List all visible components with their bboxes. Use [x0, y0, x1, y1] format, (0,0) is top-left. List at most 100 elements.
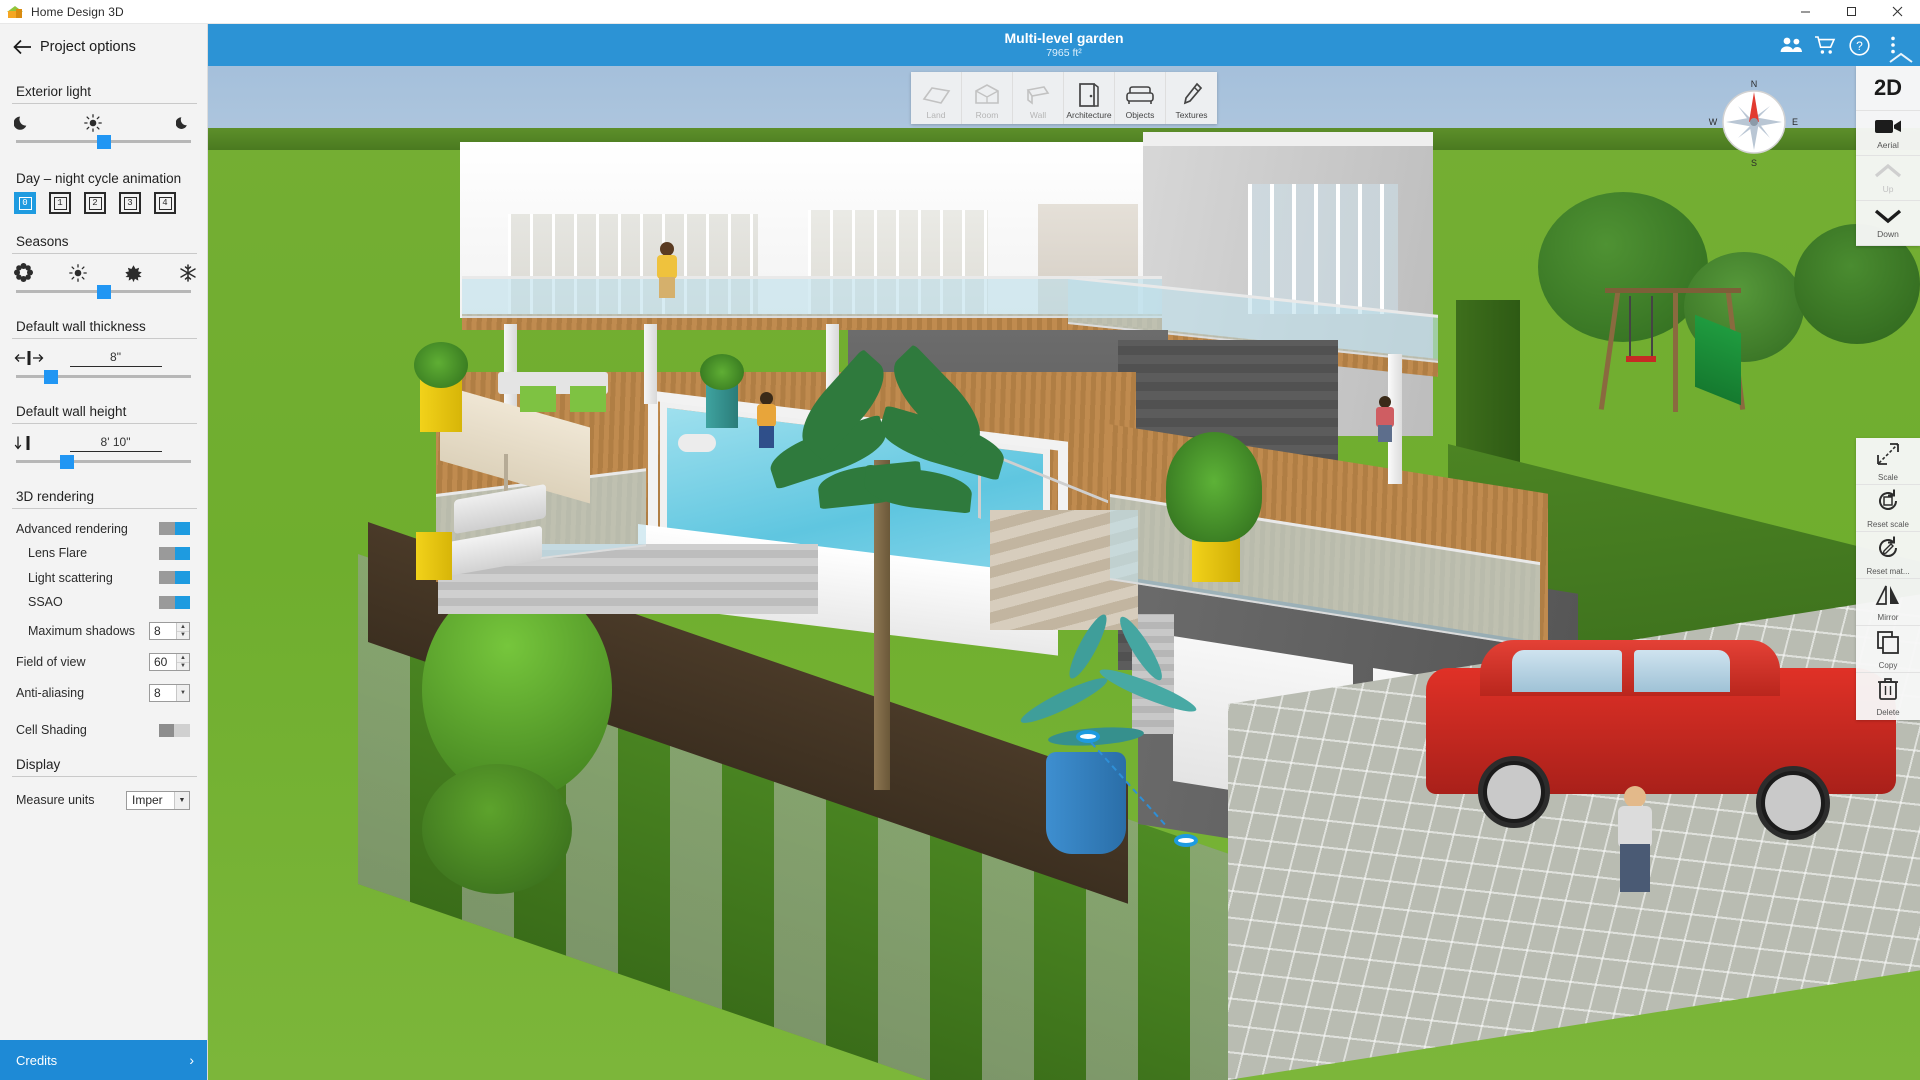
object-tool-reset-scale[interactable]: Reset scale [1856, 485, 1920, 532]
spinner-arrows[interactable]: ▲ ▼ [176, 654, 189, 670]
column-1 [504, 324, 517, 410]
field-of-view-spinner[interactable]: ▲ ▼ [149, 653, 190, 671]
toggle-lens-flare[interactable]: Lens Flare [0, 543, 207, 565]
close-button[interactable] [1874, 0, 1920, 24]
light-scattering-switch[interactable] [159, 571, 190, 585]
switch-knob [175, 595, 190, 609]
measure-units-select[interactable]: Imper ▼ [126, 790, 190, 810]
room-icon [973, 80, 1001, 110]
cycle-option-4[interactable]: 4 [154, 192, 176, 214]
slider-knob[interactable] [44, 369, 58, 384]
minimize-button[interactable] [1782, 0, 1828, 24]
sidebar-title: Project options [40, 39, 136, 55]
wall-height-input[interactable] [69, 434, 162, 452]
selection-handle-bottom[interactable] [1174, 834, 1198, 847]
toggle-cell-shading[interactable]: Cell Shading [0, 717, 207, 743]
object-tool-scale[interactable]: Scale [1856, 438, 1920, 485]
compass-south-label: S [1751, 158, 1757, 168]
object-tool-delete[interactable]: Delete [1856, 673, 1920, 720]
view-control-down[interactable]: Down [1856, 201, 1920, 246]
cart-icon[interactable] [1808, 24, 1842, 66]
object-tool-copy-label: Copy [1878, 660, 1898, 670]
compass-rose[interactable]: N E S W [1708, 76, 1800, 168]
measure-units-value: Imper [132, 793, 163, 807]
mode-tab-textures[interactable]: Textures [1166, 72, 1217, 124]
anti-aliasing-select[interactable]: ▼ [149, 684, 190, 702]
slider-knob[interactable] [96, 134, 111, 149]
ssao-switch[interactable] [159, 595, 190, 609]
slider-knob[interactable] [96, 284, 111, 299]
help-icon[interactable]: ? [1842, 24, 1876, 66]
section-3d-rendering-title: 3D rendering [16, 489, 95, 504]
toggle-label: Lens Flare [28, 546, 88, 561]
maximize-button[interactable] [1828, 0, 1874, 24]
anti-aliasing-value[interactable] [150, 685, 176, 701]
maximum-shadows-spinner[interactable]: ▲ ▼ [149, 622, 190, 640]
mode-tab-land[interactable]: Land [911, 72, 962, 124]
spinner-up-icon[interactable]: ▲ [177, 654, 189, 663]
mode-tab-objects[interactable]: Objects [1115, 72, 1166, 124]
column-2 [644, 324, 657, 404]
seasons-slider[interactable] [0, 284, 207, 303]
sun-icon [83, 113, 102, 132]
land-icon [921, 80, 951, 110]
selection-handle-top[interactable] [1076, 730, 1100, 743]
toggle-ssao[interactable]: SSAO [0, 592, 207, 614]
toggle-label: SSAO [28, 595, 63, 610]
object-tool-copy[interactable]: Copy [1856, 626, 1920, 673]
maximum-shadows-value[interactable] [150, 623, 176, 639]
toggle-advanced-rendering[interactable]: Advanced rendering [0, 518, 207, 540]
object-tool-reset-material[interactable]: Reset mat... [1856, 532, 1920, 579]
mode-tab-room[interactable]: Room [962, 72, 1013, 124]
credits-button[interactable]: Credits › [0, 1040, 207, 1080]
share-users-icon[interactable] [1774, 24, 1808, 66]
exterior-light-icons [0, 104, 207, 134]
mode-tab-wall[interactable]: Wall [1013, 72, 1064, 124]
cycle-option-0[interactable]: 0 [14, 192, 36, 214]
field-of-view-value[interactable] [150, 654, 176, 670]
collapse-panel-chevron-up-icon[interactable] [1886, 51, 1916, 65]
view-control-2d[interactable]: 2D [1856, 66, 1920, 111]
spinner-down-icon[interactable]: ▼ [177, 663, 189, 671]
chevron-down-icon[interactable]: ▼ [177, 685, 189, 701]
view-control-aerial[interactable]: Aerial [1856, 111, 1920, 156]
sun-icon-seasons [69, 263, 88, 282]
advanced-rendering-switch[interactable] [159, 522, 190, 536]
cycle-option-2[interactable]: 2 [84, 192, 106, 214]
upper-balcony-railing [462, 276, 1162, 318]
trash-icon [1876, 676, 1900, 707]
3d-scene[interactable] [208, 24, 1920, 1080]
spinner-arrows[interactable]: ▲ ▼ [176, 623, 189, 639]
wall-height-slider[interactable] [0, 454, 207, 473]
mode-tab-architecture[interactable]: Architecture [1064, 72, 1115, 124]
copy-icon [1875, 629, 1901, 660]
chevron-up-icon [1873, 163, 1903, 184]
wall-thickness-input[interactable] [69, 349, 162, 367]
spinner-up-icon[interactable]: ▲ [177, 623, 189, 632]
cycle-option-3[interactable]: 3 [119, 192, 141, 214]
cell-shading-switch[interactable] [159, 723, 190, 737]
spinner-down-icon[interactable]: ▼ [177, 632, 189, 640]
wall-height-row [0, 424, 207, 454]
toggle-light-scattering[interactable]: Light scattering [0, 567, 207, 589]
back-arrow-icon[interactable] [10, 34, 36, 60]
slider-knob[interactable] [59, 454, 74, 469]
wall-thickness-slider[interactable] [0, 369, 207, 388]
lens-flare-switch[interactable] [159, 546, 190, 560]
view-controls-panel: 2D Aerial Up Down [1856, 66, 1920, 246]
object-tool-mirror[interactable]: Mirror [1856, 579, 1920, 626]
object-tools-panel: Scale Reset scale Reset mat... Mirror Co… [1856, 438, 1920, 720]
view-control-up[interactable]: Up [1856, 156, 1920, 201]
compass-east-label: E [1792, 117, 1798, 127]
chevron-right-icon: › [189, 1052, 194, 1068]
anti-aliasing-label: Anti-aliasing [16, 686, 85, 700]
cycle-option-1[interactable]: 1 [49, 192, 71, 214]
select-caret-wrap[interactable]: ▼ [176, 685, 189, 701]
view-control-up-label: Up [1882, 183, 1894, 194]
person-deck [754, 392, 780, 448]
3d-viewport[interactable]: Multi-level garden 7965 ft² ? Land Room … [208, 24, 1920, 1080]
mode-toolbar: Land Room Wall Architecture Objects Text… [911, 72, 1217, 124]
exterior-light-slider[interactable] [0, 134, 207, 153]
chevron-down-icon[interactable]: ▼ [174, 791, 189, 809]
window-grid-right-block [1248, 184, 1398, 314]
